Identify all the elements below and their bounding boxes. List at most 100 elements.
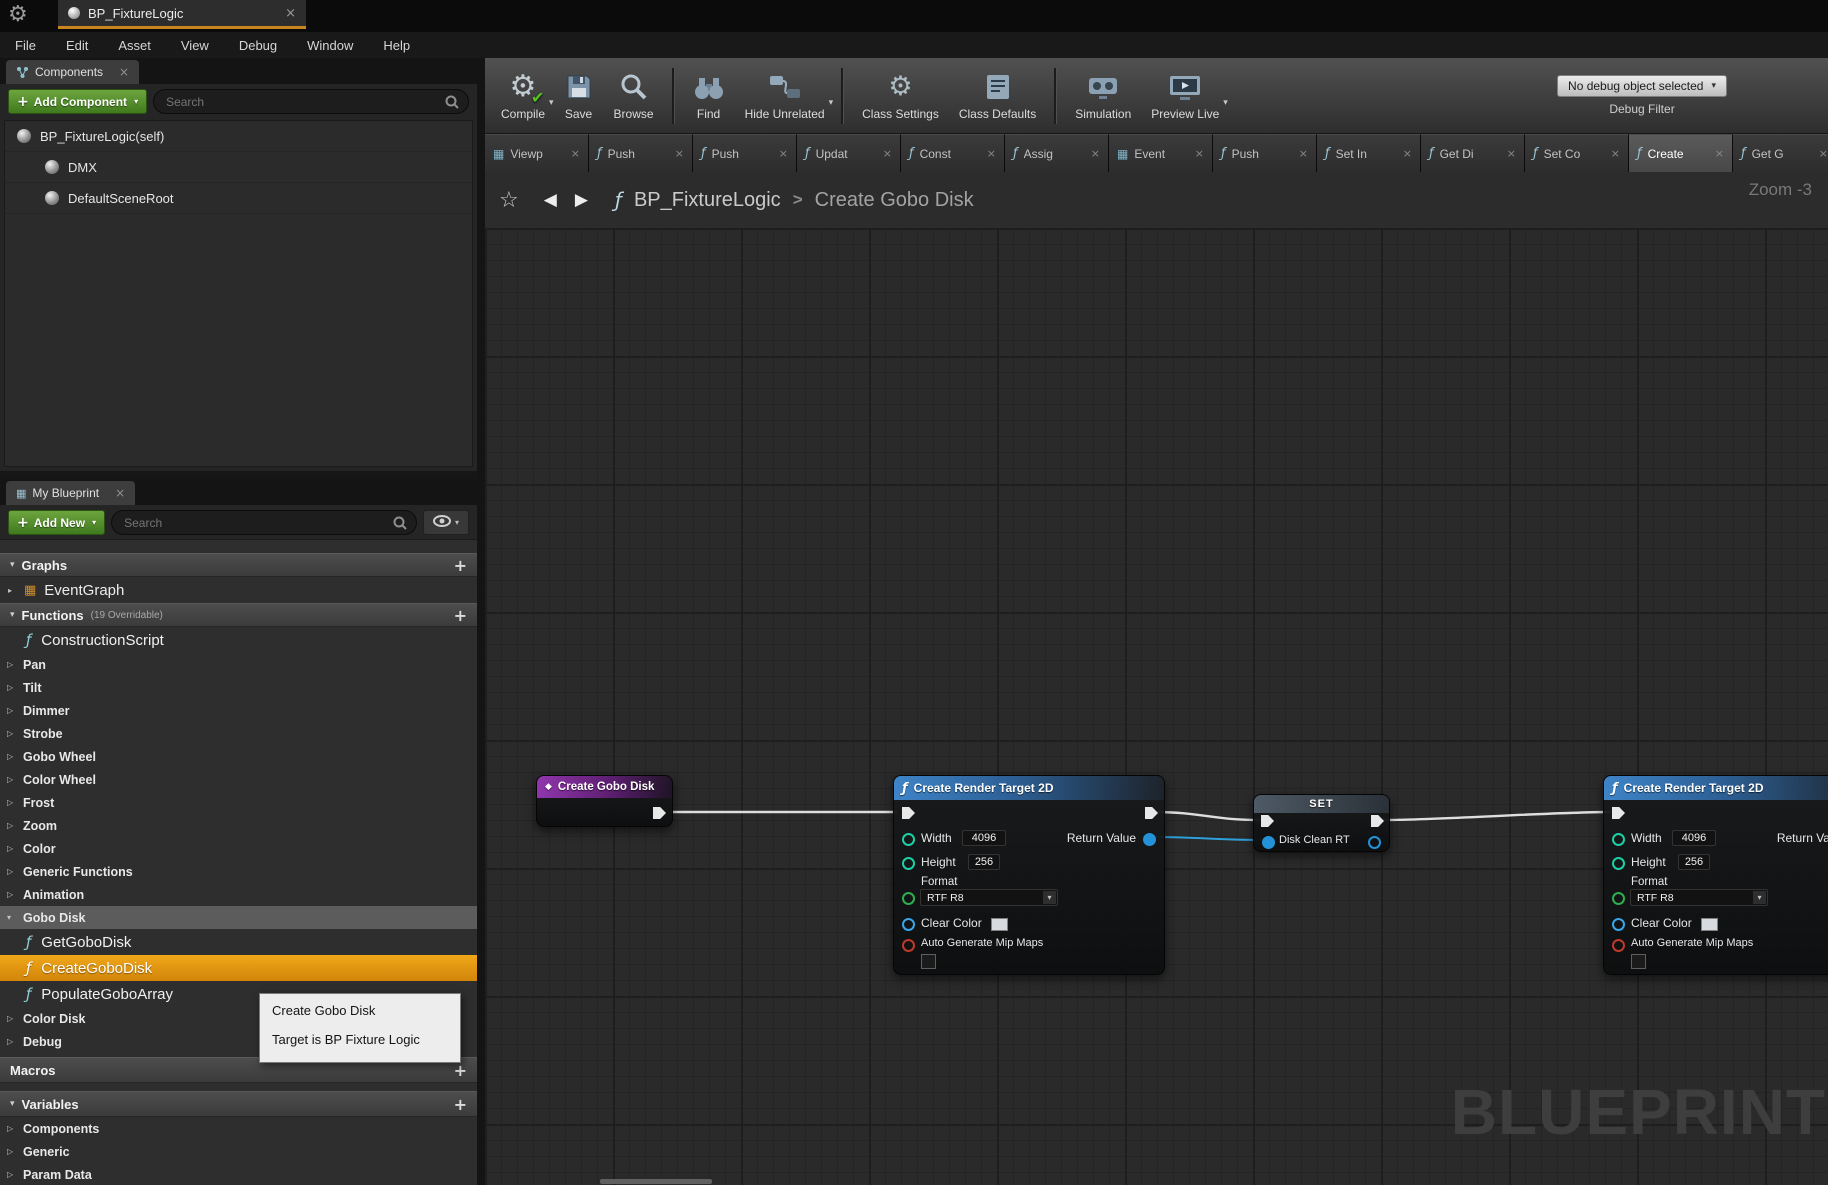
class-defaults-button[interactable]: Class Defaults (949, 70, 1046, 121)
node-create-render-target-1[interactable]: ƒ Create Render Target 2D Width 4096 Ret… (893, 775, 1165, 975)
tab-get-g[interactable]: ƒGet G× (1733, 134, 1828, 172)
node-header[interactable]: ◆ Create Gobo Disk (537, 776, 672, 798)
height-pin[interactable] (902, 857, 915, 870)
menu-asset[interactable]: Asset (103, 38, 166, 53)
tab-push-1[interactable]: ƒPush× (589, 134, 693, 172)
expander-icon[interactable]: ▷ (7, 844, 16, 853)
bookmark-star-icon[interactable]: ☆ (499, 188, 519, 213)
tab-create-active[interactable]: ƒCreate× (1629, 134, 1733, 172)
clear-color-swatch[interactable] (1701, 918, 1718, 931)
close-icon[interactable]: × (1299, 147, 1308, 160)
expander-icon[interactable]: ▷ (7, 1170, 16, 1179)
clear-color-pin[interactable] (902, 918, 915, 931)
width-value-field[interactable]: 4096 (1672, 830, 1716, 846)
close-icon[interactable]: × (987, 147, 996, 160)
breadcrumb-root[interactable]: BP_FixtureLogic (634, 189, 781, 212)
height-pin[interactable] (1612, 857, 1625, 870)
browse-button[interactable]: Browse (604, 70, 664, 121)
height-value-field[interactable]: 256 (968, 854, 1000, 870)
menu-file[interactable]: File (0, 38, 51, 53)
add-new-button[interactable]: + Add New ▾ (8, 510, 105, 535)
format-dropdown[interactable]: RTF R8 ▾ (920, 889, 1058, 906)
add-component-button[interactable]: + Add Component ▾ (8, 89, 147, 114)
format-dropdown[interactable]: RTF R8 ▾ (1630, 889, 1768, 906)
expander-icon[interactable]: ▷ (7, 729, 16, 738)
expander-icon[interactable]: ▷ (7, 867, 16, 876)
category-zoom[interactable]: ▷Zoom (0, 814, 477, 837)
expander-icon[interactable]: ▷ (7, 683, 16, 692)
close-icon[interactable]: × (883, 147, 892, 160)
add-macro-button[interactable]: + (454, 1061, 467, 1080)
tab-components[interactable]: Components × (6, 60, 139, 84)
category-gobo-disk[interactable]: ▾ Gobo Disk (0, 906, 477, 929)
list-item-eventgraph[interactable]: ▸ ▦ EventGraph (0, 577, 477, 603)
close-icon[interactable]: × (119, 65, 129, 79)
expander-icon[interactable]: ▷ (7, 1124, 16, 1133)
tab-assign[interactable]: ƒAssig× (1005, 134, 1109, 172)
expander-icon[interactable]: ▷ (7, 1014, 16, 1023)
close-icon[interactable]: × (285, 6, 296, 21)
hide-unrelated-button[interactable]: Hide Unrelated (735, 70, 835, 121)
node-create-render-target-2[interactable]: ƒ Create Render Target 2D Width 4096 Ret… (1603, 775, 1828, 975)
category-generic[interactable]: ▷Generic (0, 1140, 477, 1163)
category-color[interactable]: ▷Color (0, 837, 477, 860)
output-value-pin[interactable] (1368, 836, 1381, 849)
expander-icon[interactable]: ▷ (7, 706, 16, 715)
exec-out-pin[interactable] (1371, 815, 1384, 827)
list-item-creategobodisk-selected[interactable]: ƒ CreateGoboDisk (0, 955, 477, 981)
category-animation[interactable]: ▷Animation (0, 883, 477, 906)
tab-const[interactable]: ƒConst× (901, 134, 1005, 172)
menu-edit[interactable]: Edit (51, 38, 103, 53)
exec-out-pin[interactable] (1145, 807, 1158, 819)
category-dimmer[interactable]: ▷Dimmer (0, 699, 477, 722)
section-variables[interactable]: ▾ Variables + (0, 1091, 477, 1117)
tab-set-in[interactable]: ƒSet In× (1317, 134, 1421, 172)
return-value-pin[interactable] (1143, 833, 1156, 846)
menu-debug[interactable]: Debug (224, 38, 292, 53)
graph-canvas[interactable]: ◆ Create Gobo Disk ƒ Create Render Targe… (485, 228, 1828, 1185)
node-create-gobo-disk-entry[interactable]: ◆ Create Gobo Disk (536, 775, 673, 827)
add-function-button[interactable]: + (454, 606, 467, 625)
close-icon[interactable]: × (675, 147, 684, 160)
close-icon[interactable]: × (1195, 147, 1204, 160)
tree-row[interactable]: BP_FixtureLogic(self) (5, 121, 472, 152)
disk-clean-rt-in-pin[interactable] (1262, 836, 1275, 849)
node-set-disk-clean-rt[interactable]: SET Disk Clean RT (1253, 794, 1390, 852)
forward-arrow-icon[interactable]: ▶ (575, 190, 588, 210)
format-pin[interactable] (902, 892, 915, 905)
close-icon[interactable]: × (1611, 147, 1620, 160)
components-search[interactable] (153, 89, 469, 114)
tab-viewport[interactable]: ▦Viewp× (485, 134, 589, 172)
list-item-constructionscript[interactable]: ƒ ConstructionScript (0, 627, 477, 653)
back-arrow-icon[interactable]: ◀ (544, 190, 557, 210)
expander-icon[interactable]: ▷ (7, 890, 16, 899)
height-value-field[interactable]: 256 (1678, 854, 1710, 870)
tab-set-co[interactable]: ƒSet Co× (1525, 134, 1629, 172)
category-components[interactable]: ▷Components (0, 1117, 477, 1140)
exec-in-pin[interactable] (1261, 815, 1274, 827)
auto-mips-pin[interactable] (902, 939, 915, 952)
tab-push-2[interactable]: ƒPush× (693, 134, 797, 172)
close-icon[interactable]: × (1091, 147, 1100, 160)
debug-object-select[interactable]: No debug object selected ▾ (1557, 75, 1727, 97)
simulation-button[interactable]: Simulation (1065, 70, 1141, 121)
close-icon[interactable]: × (571, 147, 580, 160)
tab-push-3[interactable]: ƒPush× (1213, 134, 1317, 172)
close-icon[interactable]: × (779, 147, 788, 160)
compile-button[interactable]: ⚙✔ Compile (491, 70, 555, 121)
tree-row[interactable]: DefaultSceneRoot (5, 183, 472, 214)
close-icon[interactable]: × (115, 486, 125, 500)
class-settings-button[interactable]: ⚙ Class Settings (852, 70, 949, 121)
breadcrumb-current[interactable]: Create Gobo Disk (815, 189, 974, 212)
close-icon[interactable]: × (1507, 147, 1516, 160)
close-icon[interactable]: × (1403, 147, 1412, 160)
panel-splitter[interactable] (0, 471, 477, 479)
tree-row[interactable]: DMX (5, 152, 472, 183)
format-pin[interactable] (1612, 892, 1625, 905)
width-value-field[interactable]: 4096 (962, 830, 1006, 846)
node-header[interactable]: SET (1254, 795, 1389, 813)
category-frost[interactable]: ▷Frost (0, 791, 477, 814)
expander-icon[interactable]: ▷ (7, 821, 16, 830)
section-functions[interactable]: ▾ Functions (19 Overridable) + (0, 603, 477, 627)
close-icon[interactable]: × (1819, 147, 1828, 160)
